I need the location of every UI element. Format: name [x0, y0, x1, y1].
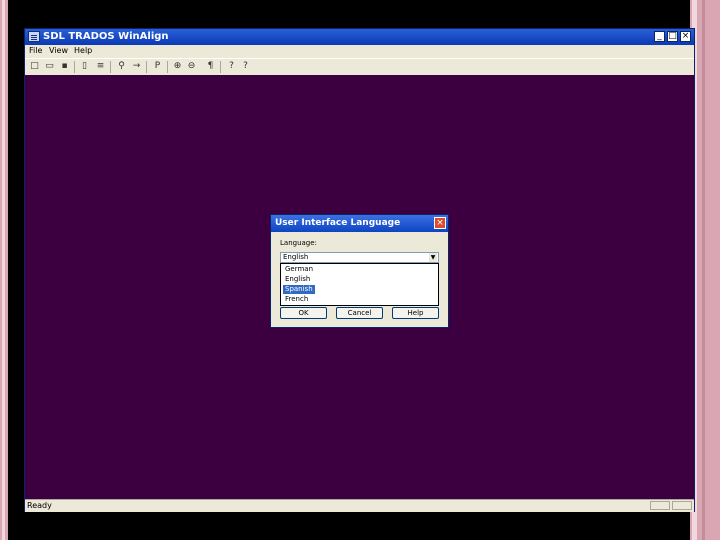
menu-view[interactable]: View [49, 46, 68, 55]
dialog-close-button[interactable]: × [434, 217, 446, 229]
menu-bar: File View Help [25, 45, 694, 58]
app-icon[interactable] [28, 31, 40, 42]
language-dropdown-list: German English Spanish French [280, 263, 439, 306]
chevron-down-icon[interactable]: ▼ [429, 253, 437, 262]
help-icon[interactable]: ? [226, 61, 237, 72]
status-text: Ready [27, 501, 52, 510]
status-bar: Ready [25, 499, 694, 512]
window-title: SDL TRADOS WinAlign [43, 31, 169, 42]
help-button[interactable]: Help [392, 307, 439, 319]
title-bar[interactable]: SDL TRADOS WinAlign _ □ × [25, 29, 694, 45]
combobox-value: English [283, 253, 309, 261]
status-pane [650, 501, 670, 510]
tool-icon[interactable]: ¶ [205, 61, 216, 72]
language-option-german[interactable]: German [283, 265, 315, 274]
maximize-button[interactable]: □ [667, 31, 678, 42]
document-icon[interactable]: ▯ [79, 61, 90, 72]
language-option-spanish[interactable]: Spanish [283, 285, 315, 294]
language-option-french[interactable]: French [283, 295, 310, 304]
status-pane [672, 501, 692, 510]
ok-button[interactable]: OK [280, 307, 327, 319]
language-combobox[interactable]: English ▼ [280, 252, 439, 263]
context-help-icon[interactable]: ? [240, 61, 251, 72]
close-button[interactable]: × [680, 31, 691, 42]
new-file-icon[interactable]: □ [29, 61, 40, 72]
cancel-button[interactable]: Cancel [336, 307, 383, 319]
menu-file[interactable]: File [29, 46, 42, 55]
open-folder-icon[interactable]: ▭ [44, 61, 55, 72]
dialog-title: User Interface Language [275, 218, 401, 228]
slide-border-left [0, 0, 8, 540]
minimize-button[interactable]: _ [654, 31, 665, 42]
zoom-in-icon[interactable]: ⊕ [172, 61, 183, 72]
properties-icon[interactable]: ≡ [95, 61, 106, 72]
p-icon[interactable]: P [152, 61, 163, 72]
menu-help[interactable]: Help [74, 46, 92, 55]
save-icon[interactable]: ▪ [59, 61, 70, 72]
language-dialog: User Interface Language × Language: Engl… [270, 214, 449, 328]
find-icon[interactable]: ⚲ [116, 61, 127, 72]
language-label: Language: [280, 239, 317, 247]
next-icon[interactable]: → [131, 61, 142, 72]
dialog-title-bar[interactable]: User Interface Language × [271, 215, 448, 232]
zoom-out-icon[interactable]: ⊖ [186, 61, 197, 72]
toolbar: □ ▭ ▪ ▯ ≡ ⚲ → P ⊕ ⊖ ¶ ? ? [25, 58, 694, 76]
language-option-english[interactable]: English [283, 275, 312, 284]
